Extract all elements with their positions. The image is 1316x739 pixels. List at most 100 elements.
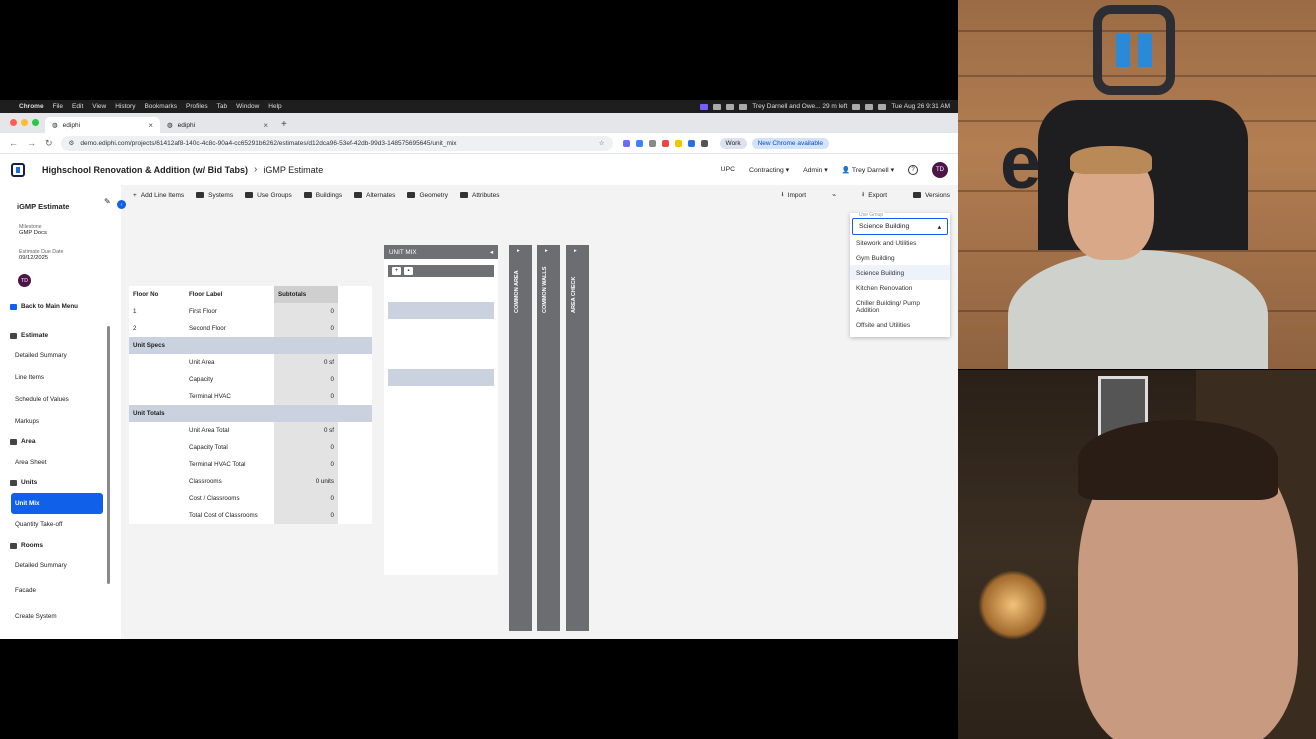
zoom-icon[interactable]: [713, 103, 722, 110]
sidebar-item-schedule-of-values[interactable]: Schedule of Values: [15, 396, 69, 403]
common-walls-column[interactable]: ▸ COMMON WALLS: [537, 245, 560, 631]
minimize-window-icon[interactable]: [21, 119, 28, 126]
link-button[interactable]: ⌁: [832, 190, 836, 201]
menu-edit[interactable]: Edit: [72, 103, 83, 110]
extension-icon[interactable]: [648, 139, 656, 147]
close-tab-icon[interactable]: ×: [148, 121, 153, 130]
help-icon[interactable]: ?: [908, 164, 918, 175]
delete-unit-icon[interactable]: ▪: [404, 267, 413, 275]
caret-right-icon[interactable]: ▸: [545, 248, 548, 254]
sidebar-avatar[interactable]: TD: [18, 274, 31, 287]
menu-file[interactable]: File: [53, 103, 63, 110]
extension-icon[interactable]: [687, 139, 695, 147]
user-menu[interactable]: 👤 Trey Darnell ▾: [842, 166, 894, 174]
grid-icon[interactable]: [739, 103, 748, 110]
edit-pencil-icon[interactable]: ✎: [104, 197, 111, 206]
maximize-window-icon[interactable]: [32, 119, 39, 126]
alternates-button[interactable]: Alternates: [354, 192, 395, 199]
reload-icon[interactable]: ↻: [45, 138, 53, 149]
close-window-icon[interactable]: [10, 119, 17, 126]
browser-tab-active[interactable]: ◍ ediphi ×: [45, 117, 160, 133]
table-row[interactable]: 1 First Floor 0: [129, 303, 372, 320]
export-button[interactable]: ⭳ Export: [862, 190, 887, 201]
sidebar-item-line-items[interactable]: Line Items: [15, 374, 44, 381]
section-units[interactable]: Units: [10, 479, 37, 486]
unit-mix-header[interactable]: UNIT MIX ◂: [384, 245, 498, 259]
versions-button[interactable]: Versions: [913, 190, 950, 201]
menu-view[interactable]: View: [92, 103, 106, 110]
dropdown-option[interactable]: Sitework and Utilities: [850, 235, 950, 250]
table-row[interactable]: Terminal HVAC 0: [129, 388, 372, 405]
sidebar-item-detailed-summary[interactable]: Detailed Summary: [15, 352, 67, 359]
systems-button[interactable]: Systems: [196, 192, 233, 199]
sidebar-item-create-system[interactable]: Create System: [15, 613, 57, 620]
bookmark-star-icon[interactable]: ☆: [599, 139, 605, 147]
breadcrumb-project[interactable]: Highschool Renovation & Addition (w/ Bid…: [42, 165, 248, 175]
sidebar-item-markups[interactable]: Markups: [15, 418, 39, 425]
chrome-update-button[interactable]: New Chrome available: [751, 137, 829, 149]
table-row[interactable]: Total Cost of Classrooms 0: [129, 507, 372, 524]
dropdown-option[interactable]: Kitchen Renovation: [850, 280, 950, 295]
profile-work-button[interactable]: Work: [719, 137, 747, 149]
area-check-column[interactable]: ▸ AREA CHECK: [566, 245, 589, 631]
close-tab-icon[interactable]: ×: [263, 121, 268, 130]
geometry-button[interactable]: Geometry: [407, 192, 448, 199]
dropdown-option[interactable]: Gym Building: [850, 250, 950, 265]
table-row[interactable]: Unit Area 0 sf: [129, 354, 372, 371]
extension-icon[interactable]: [635, 139, 643, 147]
table-row[interactable]: Cost / Classrooms 0: [129, 490, 372, 507]
sidebar-item-unit-mix[interactable]: Unit Mix: [11, 493, 103, 514]
table-row[interactable]: Unit Area Total 0 sf: [129, 422, 372, 439]
col-subtotals[interactable]: Subtotals: [274, 286, 338, 303]
section-estimate[interactable]: Estimate: [10, 332, 48, 339]
menu-app[interactable]: Chrome: [19, 103, 44, 110]
nav-upc[interactable]: UPC: [721, 166, 735, 173]
menu-window[interactable]: Window: [236, 103, 259, 110]
extension-icon[interactable]: [622, 139, 630, 147]
menu-tab[interactable]: Tab: [217, 103, 227, 110]
table-row[interactable]: Terminal HVAC Total 0: [129, 456, 372, 473]
back-to-main-menu[interactable]: Back to Main Menu: [10, 303, 78, 310]
add-line-items-button[interactable]: + Add Line Items: [133, 192, 184, 199]
screen-share-icon[interactable]: [700, 103, 709, 110]
use-group-select[interactable]: Science Building ▴: [852, 218, 948, 235]
nav-admin[interactable]: Admin ▾: [803, 166, 828, 174]
site-info-icon[interactable]: ⚙: [69, 139, 75, 147]
buildings-button[interactable]: Buildings: [303, 192, 342, 199]
dropdown-option-selected[interactable]: Science Building: [850, 265, 950, 280]
address-bar[interactable]: ⚙ demo.ediphi.com/projects/61412af8-140c…: [60, 135, 613, 151]
import-button[interactable]: ⭳ Import: [781, 190, 806, 201]
nav-contracting[interactable]: Contracting ▾: [749, 166, 789, 174]
attributes-button[interactable]: Attributes: [459, 192, 499, 199]
table-row[interactable]: 2 Second Floor 0: [129, 320, 372, 337]
menu-bookmarks[interactable]: Bookmarks: [144, 103, 177, 110]
dropdown-option[interactable]: Chiller Building/ Pump Addition: [850, 295, 950, 317]
col-floor-no[interactable]: Floor No: [129, 291, 189, 298]
caret-right-icon[interactable]: ▸: [517, 248, 520, 254]
add-unit-icon[interactable]: +: [392, 267, 401, 275]
collapse-sidebar-icon[interactable]: ‹: [117, 200, 126, 209]
menubar-clock[interactable]: Tue Aug 26 9:31 AM: [891, 103, 950, 110]
menu-help[interactable]: Help: [268, 103, 281, 110]
caret-right-icon[interactable]: ▸: [574, 248, 577, 254]
section-area[interactable]: Area: [10, 438, 35, 445]
sidebar-item-facade[interactable]: Facade: [15, 587, 36, 594]
sidebar-item-area-sheet[interactable]: Area Sheet: [15, 459, 47, 466]
back-arrow-icon[interactable]: ←: [9, 138, 18, 148]
section-rooms[interactable]: Rooms: [10, 542, 43, 549]
sidebar-scrollbar[interactable]: [107, 326, 110, 584]
camera-icon[interactable]: [726, 103, 735, 110]
col-floor-label[interactable]: Floor Label: [189, 291, 274, 298]
meeting-status[interactable]: Trey Darnell and Owe... 29 m left: [752, 103, 847, 110]
menu-profiles[interactable]: Profiles: [186, 103, 208, 110]
search-icon[interactable]: [878, 103, 887, 110]
forward-arrow-icon[interactable]: →: [27, 138, 36, 148]
use-groups-button[interactable]: Use Groups: [245, 192, 292, 199]
extension-icon[interactable]: [661, 139, 669, 147]
common-area-column[interactable]: ▸ COMMON AREA: [509, 245, 532, 631]
battery-icon[interactable]: [852, 103, 861, 110]
table-row[interactable]: Classrooms 0 units: [129, 473, 372, 490]
dropdown-option[interactable]: Offsite and Utilities: [850, 317, 950, 332]
new-tab-icon[interactable]: +: [281, 119, 287, 130]
table-row[interactable]: Capacity 0: [129, 371, 372, 388]
